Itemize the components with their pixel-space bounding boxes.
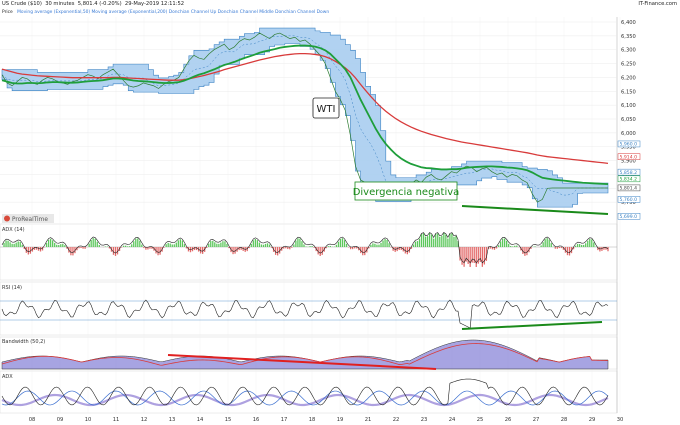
x-tick-label: 08: [29, 417, 36, 423]
y-tick-label: 6,100: [621, 103, 636, 109]
x-tick-label: 30: [617, 417, 624, 423]
price-tag-label: 5,834.2: [620, 177, 638, 183]
x-tick-label: 25: [477, 417, 484, 423]
logo-label: ProRealTime: [12, 217, 48, 223]
price-tag-label: 5,914.0: [620, 154, 638, 160]
bandwidth-panel-label: Bandwidth (50,2): [2, 339, 45, 345]
x-tick-label: 13: [169, 417, 176, 423]
x-tick-label: 21: [365, 417, 372, 423]
x-tick-label: 18: [309, 417, 316, 423]
y-tick-label: 6,300: [621, 48, 636, 54]
x-tick-label: 16: [253, 417, 260, 423]
y-tick-label: 6,250: [621, 62, 636, 68]
price-tag-label: 5,760.0: [620, 197, 638, 203]
price-tag-label: 5,960.0: [620, 142, 638, 148]
price-tag-label: 5,858.2: [620, 170, 638, 176]
x-tick-label: 12: [141, 417, 148, 423]
prorealtime-logo: ProRealTime: [2, 214, 54, 223]
price-tag-label: 5,699.0: [620, 214, 638, 220]
x-tick-label: 29: [589, 417, 596, 423]
x-tick-label: 26: [505, 417, 512, 423]
x-tick-label: 22: [393, 417, 400, 423]
x-tick-label: 15: [225, 417, 232, 423]
rsi-panel-label: RSI (14): [2, 285, 22, 291]
y-tick-label: 6,000: [621, 131, 636, 137]
x-tick-label: 14: [197, 417, 204, 423]
y-tick-label: 6,350: [621, 34, 636, 40]
adx-panel-label: ADX (14): [2, 227, 25, 233]
y-tick-label: 6,150: [621, 89, 636, 95]
x-tick-label: 24: [449, 417, 456, 423]
y-tick-label: 6,050: [621, 117, 636, 123]
x-tick-label: 17: [281, 417, 288, 423]
divergence-annotation: Divergencia negativa: [353, 181, 460, 201]
y-tick-label: 6,400: [621, 20, 636, 26]
x-tick-label: 10: [85, 417, 92, 423]
trading-chart[interactable]: 6,400 6,350 6,300 6,250 6,200 6,150 6,100 6,050…: [0, 0, 680, 425]
x-tick-label: 28: [561, 417, 568, 423]
x-tick-label: 19: [337, 417, 344, 423]
price-tag-label: 5,801.4: [620, 186, 638, 192]
wti-label: WTI: [317, 104, 336, 115]
wti-annotation: WTI: [312, 97, 340, 119]
adx2-panel-label: ADX: [2, 374, 13, 380]
y-tick-label: 6,200: [621, 75, 636, 81]
divergence-label: Divergencia negativa: [353, 187, 460, 198]
x-tick-label: 23: [421, 417, 428, 423]
x-tick-label: 11: [113, 417, 120, 423]
x-tick-label: 09: [57, 417, 64, 423]
x-tick-label: 27: [533, 417, 540, 423]
